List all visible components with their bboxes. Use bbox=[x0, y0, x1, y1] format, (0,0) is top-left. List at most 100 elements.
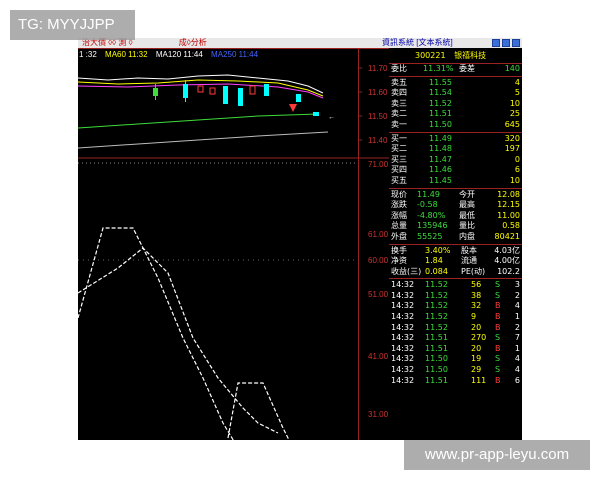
bid-label: 买一 bbox=[391, 133, 407, 143]
tick-side: B bbox=[495, 375, 501, 385]
asks-list: 卖五 11.55 4 卖四 11.54 5 卖三 11.52 10 卖二 11.51 25 卖一 11.5… bbox=[389, 78, 522, 131]
stat-value: 0.58 bbox=[502, 221, 520, 231]
bid-label: 买二 bbox=[391, 144, 407, 154]
bid-price: 11.47 bbox=[429, 154, 452, 164]
tick-price: 11.52 bbox=[425, 301, 448, 311]
tick-volume: 38 bbox=[471, 290, 482, 300]
tick-volume: 19 bbox=[471, 354, 482, 364]
tick-time: 14:32 bbox=[391, 365, 415, 375]
title-mid: 成◊分析 bbox=[178, 38, 207, 47]
tick-volume: 32 bbox=[471, 301, 482, 311]
stat-value: 55525 bbox=[417, 231, 443, 241]
tick-price: 11.51 bbox=[425, 375, 448, 385]
stat-value: 0.084 bbox=[425, 266, 448, 276]
tick-row: 14:32 11.51 20 B 1 bbox=[389, 344, 522, 355]
quote-panel: 300221 银禧科技 委比 11.31% 委差 140 卖五 11.55 4 卖四 1… bbox=[389, 48, 522, 440]
tick-count: 2 bbox=[514, 322, 520, 332]
divider bbox=[389, 131, 522, 133]
tick-side: S bbox=[495, 290, 501, 300]
tick-time: 14:32 bbox=[391, 354, 415, 364]
ma250-label: MA250 11:44 bbox=[211, 50, 259, 59]
bid-row: 买一 11.49 320 bbox=[389, 134, 522, 145]
ask-volume: 25 bbox=[509, 109, 520, 119]
tick-side: S bbox=[495, 333, 501, 343]
tick-time: 14:32 bbox=[391, 301, 415, 311]
stat-label: 换手 bbox=[391, 245, 407, 255]
tick-time: 14:32 bbox=[391, 280, 415, 290]
indicator-line-2 bbox=[78, 247, 279, 434]
stock-header: 300221 银禧科技 bbox=[389, 48, 522, 64]
title-bar: 治大價 ◊◊ 測 ◊ 成◊分析 資訊系統 [文本系統] bbox=[78, 38, 522, 48]
stat-row: 净资 1.84 流通 4.00亿 bbox=[389, 256, 522, 267]
price-tick: 11.40 bbox=[368, 136, 388, 145]
tick-list: 14:32 11.52 56 S 3 14:32 11.52 38 S 2 14:32 11.52 32… bbox=[389, 280, 522, 386]
indicator-line-3 bbox=[227, 382, 290, 440]
candle bbox=[238, 88, 243, 106]
indicator-tick: 71.00 bbox=[368, 160, 389, 169]
stat-label: 最高 bbox=[459, 200, 475, 210]
bid-row: 买三 11.47 0 bbox=[389, 155, 522, 166]
stat-value: 80421 bbox=[494, 231, 520, 241]
indicator-axis: 71.00 61.00 60.00 51.00 41.00 31.00 bbox=[366, 158, 388, 440]
tick-count: 4 bbox=[514, 354, 520, 364]
stock-code: 300221 bbox=[415, 51, 446, 60]
tick-time: 14:32 bbox=[391, 333, 415, 343]
watermark-bottom: www.pr-app-leyu.com bbox=[404, 440, 590, 470]
tick-volume: 29 bbox=[471, 365, 482, 375]
stat-value: 11.00 bbox=[497, 210, 520, 220]
maximize-icon[interactable] bbox=[502, 39, 510, 47]
tick-count: 3 bbox=[514, 280, 520, 290]
last-price-marker: ← bbox=[328, 114, 335, 121]
bid-volume: 6 bbox=[514, 165, 520, 175]
tick-price: 11.50 bbox=[425, 365, 448, 375]
stat-value: 12.15 bbox=[497, 200, 520, 210]
bid-volume: 0 bbox=[514, 154, 520, 164]
tick-volume: 270 bbox=[471, 333, 487, 343]
stat-label: 最低 bbox=[459, 210, 475, 220]
candle bbox=[264, 84, 269, 96]
ask-row: 卖二 11.51 25 bbox=[389, 109, 522, 120]
bid-price: 11.45 bbox=[429, 175, 452, 185]
stat-value: 135946 bbox=[417, 221, 448, 231]
stock-name: 银禧科技 bbox=[454, 51, 487, 60]
tick-side: S bbox=[495, 280, 501, 290]
divider bbox=[389, 278, 522, 280]
tick-time: 14:32 bbox=[391, 343, 415, 353]
price-tick: 11.70 bbox=[368, 64, 388, 73]
bids-list: 买一 11.49 320 买二 11.48 197 买三 11.47 0 买四 11.46 6 买五 11… bbox=[389, 134, 522, 187]
tick-side: B bbox=[495, 312, 501, 322]
tick-side: B bbox=[495, 322, 501, 332]
stat-label: 涨幅 bbox=[391, 210, 407, 220]
close-icon[interactable] bbox=[512, 39, 520, 47]
tick-price: 11.52 bbox=[425, 322, 448, 332]
bid-price: 11.46 bbox=[429, 165, 452, 175]
ask-volume: 5 bbox=[514, 88, 520, 98]
tick-side: S bbox=[495, 365, 501, 375]
stat-row: 涨幅 -4.80% 最低 11.00 bbox=[389, 211, 522, 222]
tick-time: 14:32 bbox=[391, 375, 415, 385]
ask-price: 11.50 bbox=[429, 119, 452, 129]
bid-label: 买五 bbox=[391, 175, 407, 185]
tick-time: 14:32 bbox=[391, 290, 415, 300]
ask-price: 11.55 bbox=[429, 77, 452, 87]
summary-row: 委比 11.31% 委差 140 bbox=[389, 64, 522, 75]
tick-row: 14:32 11.52 20 B 2 bbox=[389, 323, 522, 334]
bid-row: 买五 11.45 10 bbox=[389, 176, 522, 187]
stat-value: 4.00亿 bbox=[494, 256, 520, 266]
watermark-top: TG: MYYJJPP bbox=[10, 10, 135, 40]
divider bbox=[389, 187, 522, 189]
stat-label: 今开 bbox=[459, 189, 475, 199]
tick-price: 11.52 bbox=[425, 290, 448, 300]
tick-time: 14:32 bbox=[391, 322, 415, 332]
stat-row: 外盘 55525 内盘 80421 bbox=[389, 232, 522, 243]
minimize-icon[interactable] bbox=[492, 39, 500, 47]
tick-time: 14:32 bbox=[391, 312, 415, 322]
tick-volume: 111 bbox=[471, 375, 487, 385]
stat-label: 涨跌 bbox=[391, 200, 407, 210]
stat-value: 12.08 bbox=[497, 189, 520, 199]
stat-label: 内盘 bbox=[459, 231, 475, 241]
tick-price: 11.52 bbox=[425, 312, 448, 322]
ask-label: 卖三 bbox=[391, 98, 407, 108]
price-tick: 11.50 bbox=[368, 112, 388, 121]
indicator-tick: 31.00 bbox=[368, 410, 389, 419]
